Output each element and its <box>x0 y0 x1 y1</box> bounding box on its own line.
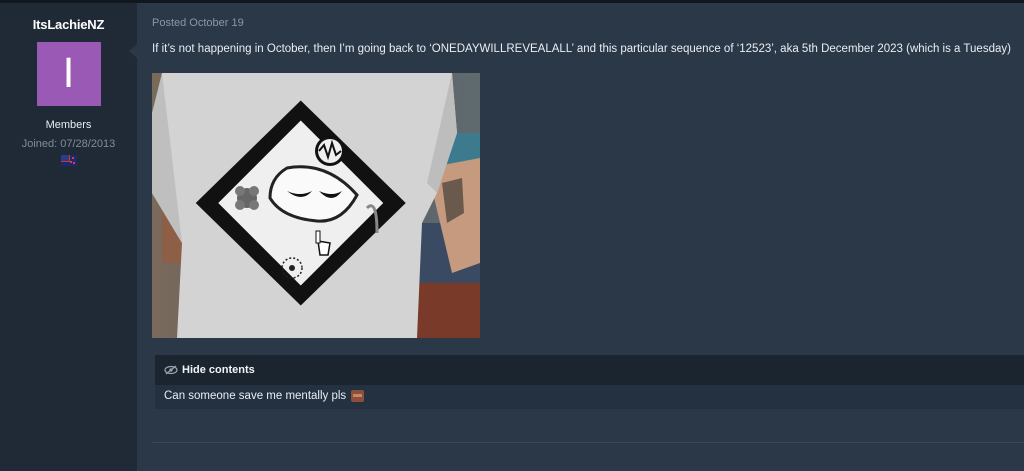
hide-contents-label: Hide contents <box>182 364 255 376</box>
author-joined: Joined: 07/28/2013 <box>21 138 116 150</box>
author-username[interactable]: ItsLachieNZ <box>0 17 137 32</box>
author-sidebar: ItsLachieNZ I Members Joined: 07/28/2013 <box>0 3 137 471</box>
emoji-icon <box>351 390 365 402</box>
top-bar <box>0 0 1024 3</box>
post-image[interactable] <box>152 73 480 338</box>
post-date[interactable]: Posted October 19 <box>152 17 244 29</box>
eye-slash-icon <box>164 365 178 375</box>
post-divider <box>152 442 1024 443</box>
post-pointer <box>129 43 138 59</box>
avatar[interactable]: I <box>36 42 101 106</box>
nz-flag-icon <box>60 155 77 166</box>
hidden-content-box: Hide contents Can someone save me mental… <box>155 355 1024 409</box>
tshirt-image-graphic <box>152 73 480 338</box>
hidden-content-body: Can someone save me mentally pls <box>155 385 1024 407</box>
post-text: If it’s not happening in October, then I… <box>152 43 1011 55</box>
hidden-content-text: Can someone save me mentally pls <box>164 390 347 402</box>
author-group: Members <box>45 119 92 131</box>
hide-contents-toggle[interactable]: Hide contents <box>155 355 1024 385</box>
